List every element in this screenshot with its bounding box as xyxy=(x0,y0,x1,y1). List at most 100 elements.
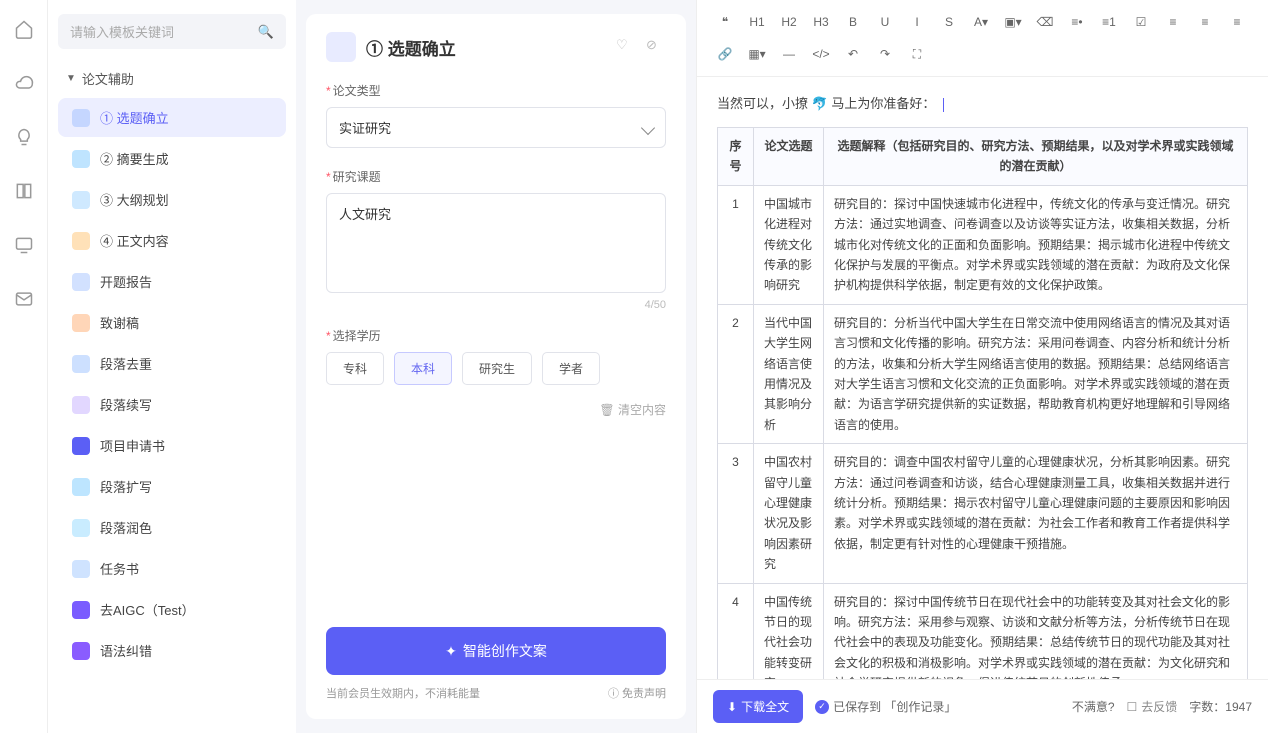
number-list-button[interactable]: ≡1 xyxy=(1095,8,1123,36)
item-icon xyxy=(72,314,90,332)
link-button[interactable]: 🔗 xyxy=(711,40,739,68)
sidebar-item[interactable]: ④ 正文内容 xyxy=(58,221,286,260)
redo-button[interactable]: ↷ xyxy=(871,40,899,68)
sidebar-item[interactable]: 语法纠错 xyxy=(58,631,286,670)
energy-note: 当前会员生效期内，不消耗能量 xyxy=(326,685,480,701)
book-icon[interactable] xyxy=(13,180,35,202)
monitor-icon[interactable] xyxy=(13,234,35,256)
edu-tag[interactable]: 专科 xyxy=(326,352,384,385)
sidebar-item[interactable]: 致谢稿 xyxy=(58,303,286,342)
fullscreen-button[interactable]: ⛶ xyxy=(903,40,931,68)
sidebar-item[interactable]: 开题报告 xyxy=(58,262,286,301)
bulb-icon[interactable] xyxy=(13,126,35,148)
topic-textarea[interactable]: 人文研究 xyxy=(326,193,666,293)
h1-button[interactable]: H1 xyxy=(743,8,771,36)
search-input[interactable]: 请输入模板关键词 🔍 xyxy=(58,14,286,49)
template-sidebar: 请输入模板关键词 🔍 ▼ 论文辅助 ① 选题确立 ② 摘要生成 ③ 大纲规划 ④ 正文… xyxy=(48,0,296,733)
item-icon xyxy=(72,396,90,414)
search-icon: 🔍 xyxy=(258,24,274,40)
item-label: 段落润色 xyxy=(100,518,152,537)
item-icon xyxy=(72,109,90,127)
cloud-icon[interactable] xyxy=(13,72,35,94)
sidebar-item[interactable]: 去AIGC（Test） xyxy=(58,590,286,629)
saved-badge: ✓ 已保存到 「创作记录」 xyxy=(815,698,956,715)
table-header: 论文选题 xyxy=(754,128,824,186)
item-icon xyxy=(72,191,90,209)
mail-icon[interactable] xyxy=(13,288,35,310)
edu-tag[interactable]: 学者 xyxy=(542,352,600,385)
item-label: ④ 正文内容 xyxy=(100,231,169,250)
sidebar-item[interactable]: 段落去重 xyxy=(58,344,286,383)
sidebar-item[interactable]: 段落续写 xyxy=(58,385,286,424)
edu-tag[interactable]: 本科 xyxy=(394,352,452,385)
tree-items: ① 选题确立 ② 摘要生成 ③ 大纲规划 ④ 正文内容开题报告致谢稿段落去重段落续写项… xyxy=(58,98,286,670)
disclaimer-link[interactable]: ⓘ 免责声明 xyxy=(608,685,666,701)
sidebar-item[interactable]: ① 选题确立 xyxy=(58,98,286,137)
type-select[interactable]: 实证研究 xyxy=(326,107,666,148)
sidebar-item[interactable]: 任务书 xyxy=(58,549,286,588)
item-icon xyxy=(72,560,90,578)
download-button[interactable]: ⬇ 下载全文 xyxy=(713,690,803,723)
code-button[interactable]: </> xyxy=(807,40,835,68)
item-label: 语法纠错 xyxy=(100,641,152,660)
bullet-list-button[interactable]: ≡• xyxy=(1063,8,1091,36)
item-label: 项目申请书 xyxy=(100,436,165,455)
sidebar-item[interactable]: ③ 大纲规划 xyxy=(58,180,286,219)
favorite-icon[interactable]: ♡ xyxy=(616,37,636,57)
text-cursor xyxy=(943,98,944,112)
feedback-link[interactable]: ☐ 去反馈 xyxy=(1127,698,1178,715)
table-header: 序号 xyxy=(718,128,754,186)
divider-button[interactable]: — xyxy=(775,40,803,68)
item-label: 段落续写 xyxy=(100,395,152,414)
intro-text: 当然可以，小撩 🐬 马上为你准备好： xyxy=(717,96,935,111)
undo-button[interactable]: ↶ xyxy=(839,40,867,68)
sidebar-item[interactable]: 项目申请书 xyxy=(58,426,286,465)
checklist-button[interactable]: ☑ xyxy=(1127,8,1155,36)
item-icon xyxy=(72,273,90,291)
check-icon[interactable]: ⊘ xyxy=(646,37,666,57)
table-button[interactable]: ▦▾ xyxy=(743,40,771,68)
form-panel: ① 选题确立 ♡ ⊘ 论文类型 实证研究 研究课题 人文研究 4/50 选择学历… xyxy=(306,14,686,719)
magic-icon: ✦ xyxy=(445,643,457,660)
form-title: ① 选题确立 xyxy=(366,35,606,60)
edu-tag[interactable]: 研究生 xyxy=(462,352,532,385)
download-icon: ⬇ xyxy=(727,700,737,714)
unhappy-text: 不满意? xyxy=(1072,698,1115,715)
item-label: ② 摘要生成 xyxy=(100,149,169,168)
sidebar-item[interactable]: 段落扩写 xyxy=(58,467,286,506)
bg-color-button[interactable]: ▣▾ xyxy=(999,8,1027,36)
strike-button[interactable]: S xyxy=(935,8,963,36)
item-label: ① 选题确立 xyxy=(100,108,169,127)
result-table: 序号论文选题选题解释（包括研究目的、研究方法、预期结果，以及对学术界或实践领域的… xyxy=(717,127,1248,679)
item-icon xyxy=(72,601,90,619)
sidebar-item[interactable]: ② 摘要生成 xyxy=(58,139,286,178)
text-color-button[interactable]: A▾ xyxy=(967,8,995,36)
clear-button[interactable]: 清空内容 xyxy=(326,401,666,418)
item-label: 段落扩写 xyxy=(100,477,152,496)
search-placeholder: 请输入模板关键词 xyxy=(70,22,174,41)
h3-button[interactable]: H3 xyxy=(807,8,835,36)
table-row: 3中国农村留守儿童心理健康状况及影响因素研究研究目的：调查中国农村留守儿童的心理… xyxy=(718,444,1248,583)
home-icon[interactable] xyxy=(13,18,35,40)
type-label: 论文类型 xyxy=(326,82,666,99)
clear-format-button[interactable]: ⌫ xyxy=(1031,8,1059,36)
align-left-button[interactable]: ≡ xyxy=(1159,8,1187,36)
sidebar-item[interactable]: 段落润色 xyxy=(58,508,286,547)
underline-button[interactable]: U xyxy=(871,8,899,36)
bold-button[interactable]: B xyxy=(839,8,867,36)
nav-rail xyxy=(0,0,48,733)
h2-button[interactable]: H2 xyxy=(775,8,803,36)
editor-body[interactable]: 当然可以，小撩 🐬 马上为你准备好： 序号论文选题选题解释（包括研究目的、研究方… xyxy=(697,77,1268,679)
chevron-down-icon xyxy=(641,120,655,134)
item-label: 任务书 xyxy=(100,559,139,578)
italic-button[interactable]: I xyxy=(903,8,931,36)
item-icon xyxy=(72,232,90,250)
submit-button[interactable]: ✦ 智能创作文案 xyxy=(326,627,666,675)
tree-root-label[interactable]: ▼ 论文辅助 xyxy=(58,63,286,94)
align-right-button[interactable]: ≡ xyxy=(1223,8,1251,36)
quote-button[interactable]: ❝ xyxy=(711,8,739,36)
item-label: 致谢稿 xyxy=(100,313,139,332)
item-icon xyxy=(72,150,90,168)
align-center-button[interactable]: ≡ xyxy=(1191,8,1219,36)
item-label: 段落去重 xyxy=(100,354,152,373)
